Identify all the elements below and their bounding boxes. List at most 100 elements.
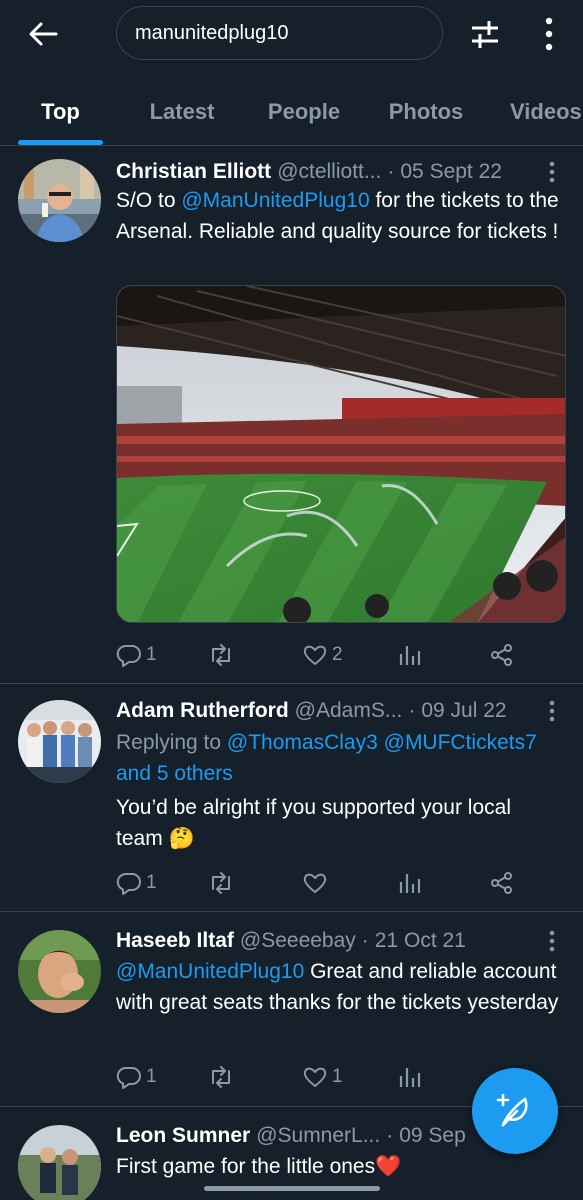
tweet-text-part: First game for the little ones <box>116 1155 376 1178</box>
active-tab-indicator <box>18 140 103 145</box>
tab-people[interactable]: People <box>252 82 356 142</box>
tweet-author-handle[interactable]: @AdamS... <box>295 699 403 723</box>
tab-videos[interactable]: Videos <box>496 82 583 142</box>
retweet-icon <box>212 872 230 894</box>
tweet-menu-button[interactable] <box>541 157 563 187</box>
replying-others-link[interactable]: and 5 others <box>116 762 233 785</box>
retweet-button[interactable] <box>208 1060 238 1094</box>
share-button[interactable] <box>490 866 514 900</box>
search-filter-button[interactable] <box>466 16 504 52</box>
more-vertical-icon <box>549 700 555 722</box>
arrow-left-icon <box>29 22 58 46</box>
heart-icon <box>303 1067 327 1087</box>
tweet-date[interactable]: 05 Sept 22 <box>400 160 502 184</box>
tab-photos[interactable]: Photos <box>374 82 478 142</box>
tweet-header: Adam Rutherford @AdamS... · 09 Jul 22 <box>116 696 543 726</box>
tweet-header: Leon Sumner @SumnerL... · 09 Sep <box>116 1121 487 1151</box>
tweet-menu-button[interactable] <box>541 696 563 726</box>
mention-link[interactable]: @MUFCtickets7 <box>384 731 537 754</box>
thinking-face-emoji: 🤔 <box>168 827 195 850</box>
tweet-menu-button[interactable] <box>541 926 563 956</box>
tweet-author-handle[interactable]: @SumnerL... <box>256 1124 380 1148</box>
search-input[interactable]: manunitedplug10 <box>116 6 443 60</box>
retweet-button[interactable] <box>208 866 238 900</box>
replying-to-label: Replying to <box>116 731 222 754</box>
tweet-text: @ManUnitedPlug10 Great and reliable acco… <box>116 956 559 1018</box>
more-vertical-icon <box>545 17 553 51</box>
like-button[interactable]: 1 <box>302 1060 343 1094</box>
replying-to: Replying to @ThomasClay3 @MUFCtickets7 a… <box>116 727 559 789</box>
retweet-button[interactable] <box>208 638 238 672</box>
avatar[interactable] <box>18 1125 101 1200</box>
analytics-button[interactable] <box>398 638 422 672</box>
like-button[interactable] <box>302 866 332 900</box>
reply-count: 1 <box>146 644 157 665</box>
top-bar: manunitedplug10 <box>0 0 583 68</box>
comment-icon <box>116 1066 141 1089</box>
compose-tweet-button[interactable] <box>472 1068 558 1154</box>
tab-latest[interactable]: Latest <box>130 82 234 142</box>
mention-link[interactable]: @ThomasClay3 <box>227 731 378 754</box>
reply-button[interactable]: 1 <box>116 866 157 900</box>
more-options-button[interactable] <box>536 14 562 54</box>
tweet-date[interactable]: 21 Oct 21 <box>375 929 466 953</box>
feather-plus-icon <box>496 1093 528 1127</box>
bar-chart-icon <box>399 1068 421 1087</box>
tweet-actions: 1 <box>116 866 556 900</box>
tweet-text-part: S/O to <box>116 189 182 212</box>
tweet-media-image[interactable] <box>116 285 566 623</box>
tweet-text: You’d be alright if you supported your l… <box>116 792 559 854</box>
tweet-date[interactable]: 09 Jul 22 <box>421 699 506 723</box>
bar-chart-icon <box>399 646 421 665</box>
like-count: 1 <box>332 1066 343 1087</box>
heart-icon <box>303 873 327 893</box>
analytics-button[interactable] <box>398 1060 422 1094</box>
tweet-author-handle[interactable]: @ctelliott... <box>277 160 381 184</box>
separator-dot: · <box>386 1124 394 1147</box>
more-vertical-icon <box>549 161 555 183</box>
back-button[interactable] <box>26 18 60 50</box>
red-heart-emoji: ❤️ <box>375 1155 402 1178</box>
tab-top[interactable]: Top <box>18 82 103 142</box>
tweet-author-name[interactable]: Christian Elliott <box>116 160 271 184</box>
stadium-photo <box>117 286 565 622</box>
retweet-icon <box>212 644 230 666</box>
sliders-icon <box>472 21 498 48</box>
tweet-text: First game for the little ones❤️ <box>116 1151 559 1182</box>
share-icon <box>491 872 512 894</box>
tweet-text: S/O to @ManUnitedPlug10 for the tickets … <box>116 185 559 247</box>
mention-link[interactable]: @ManUnitedPlug10 <box>181 189 369 212</box>
comment-icon <box>116 644 141 667</box>
separator-dot: · <box>408 699 416 722</box>
retweet-icon <box>212 1066 230 1088</box>
share-icon <box>491 644 512 666</box>
reply-count: 1 <box>146 1066 157 1087</box>
reply-button[interactable]: 1 <box>116 1060 157 1094</box>
tweet-header: Haseeb Iltaf @Seeeebay · 21 Oct 21 <box>116 926 543 956</box>
reply-button[interactable]: 1 <box>116 638 157 672</box>
separator-dot: · <box>361 929 369 952</box>
separator-dot: · <box>387 160 395 183</box>
search-query: manunitedplug10 <box>135 21 289 44</box>
analytics-button[interactable] <box>398 866 422 900</box>
tweet-author-handle[interactable]: @Seeeebay <box>240 929 356 953</box>
tweet[interactable]: Adam Rutherford @AdamS... · 09 Jul 22 Re… <box>0 684 583 912</box>
avatar[interactable] <box>18 930 101 1013</box>
home-indicator[interactable] <box>204 1186 380 1191</box>
tweet-date[interactable]: 09 Sep <box>399 1124 466 1148</box>
share-button[interactable] <box>490 638 514 672</box>
tweet-author-name[interactable]: Haseeb Iltaf <box>116 929 234 953</box>
mention-link[interactable]: @ManUnitedPlug10 <box>116 960 304 983</box>
search-tabs: Top Latest People Photos Videos <box>0 82 583 146</box>
avatar[interactable] <box>18 159 101 242</box>
reply-count: 1 <box>146 872 157 893</box>
tweet[interactable]: Christian Elliott @ctelliott... · 05 Sep… <box>0 147 583 684</box>
tweet-author-name[interactable]: Leon Sumner <box>116 1124 250 1148</box>
like-count: 2 <box>332 644 343 665</box>
like-button[interactable]: 2 <box>302 638 343 672</box>
tweet-header: Christian Elliott @ctelliott... · 05 Sep… <box>116 157 543 187</box>
tweet-author-name[interactable]: Adam Rutherford <box>116 699 289 723</box>
comment-icon <box>116 872 141 895</box>
heart-icon <box>303 645 327 665</box>
avatar[interactable] <box>18 700 101 783</box>
